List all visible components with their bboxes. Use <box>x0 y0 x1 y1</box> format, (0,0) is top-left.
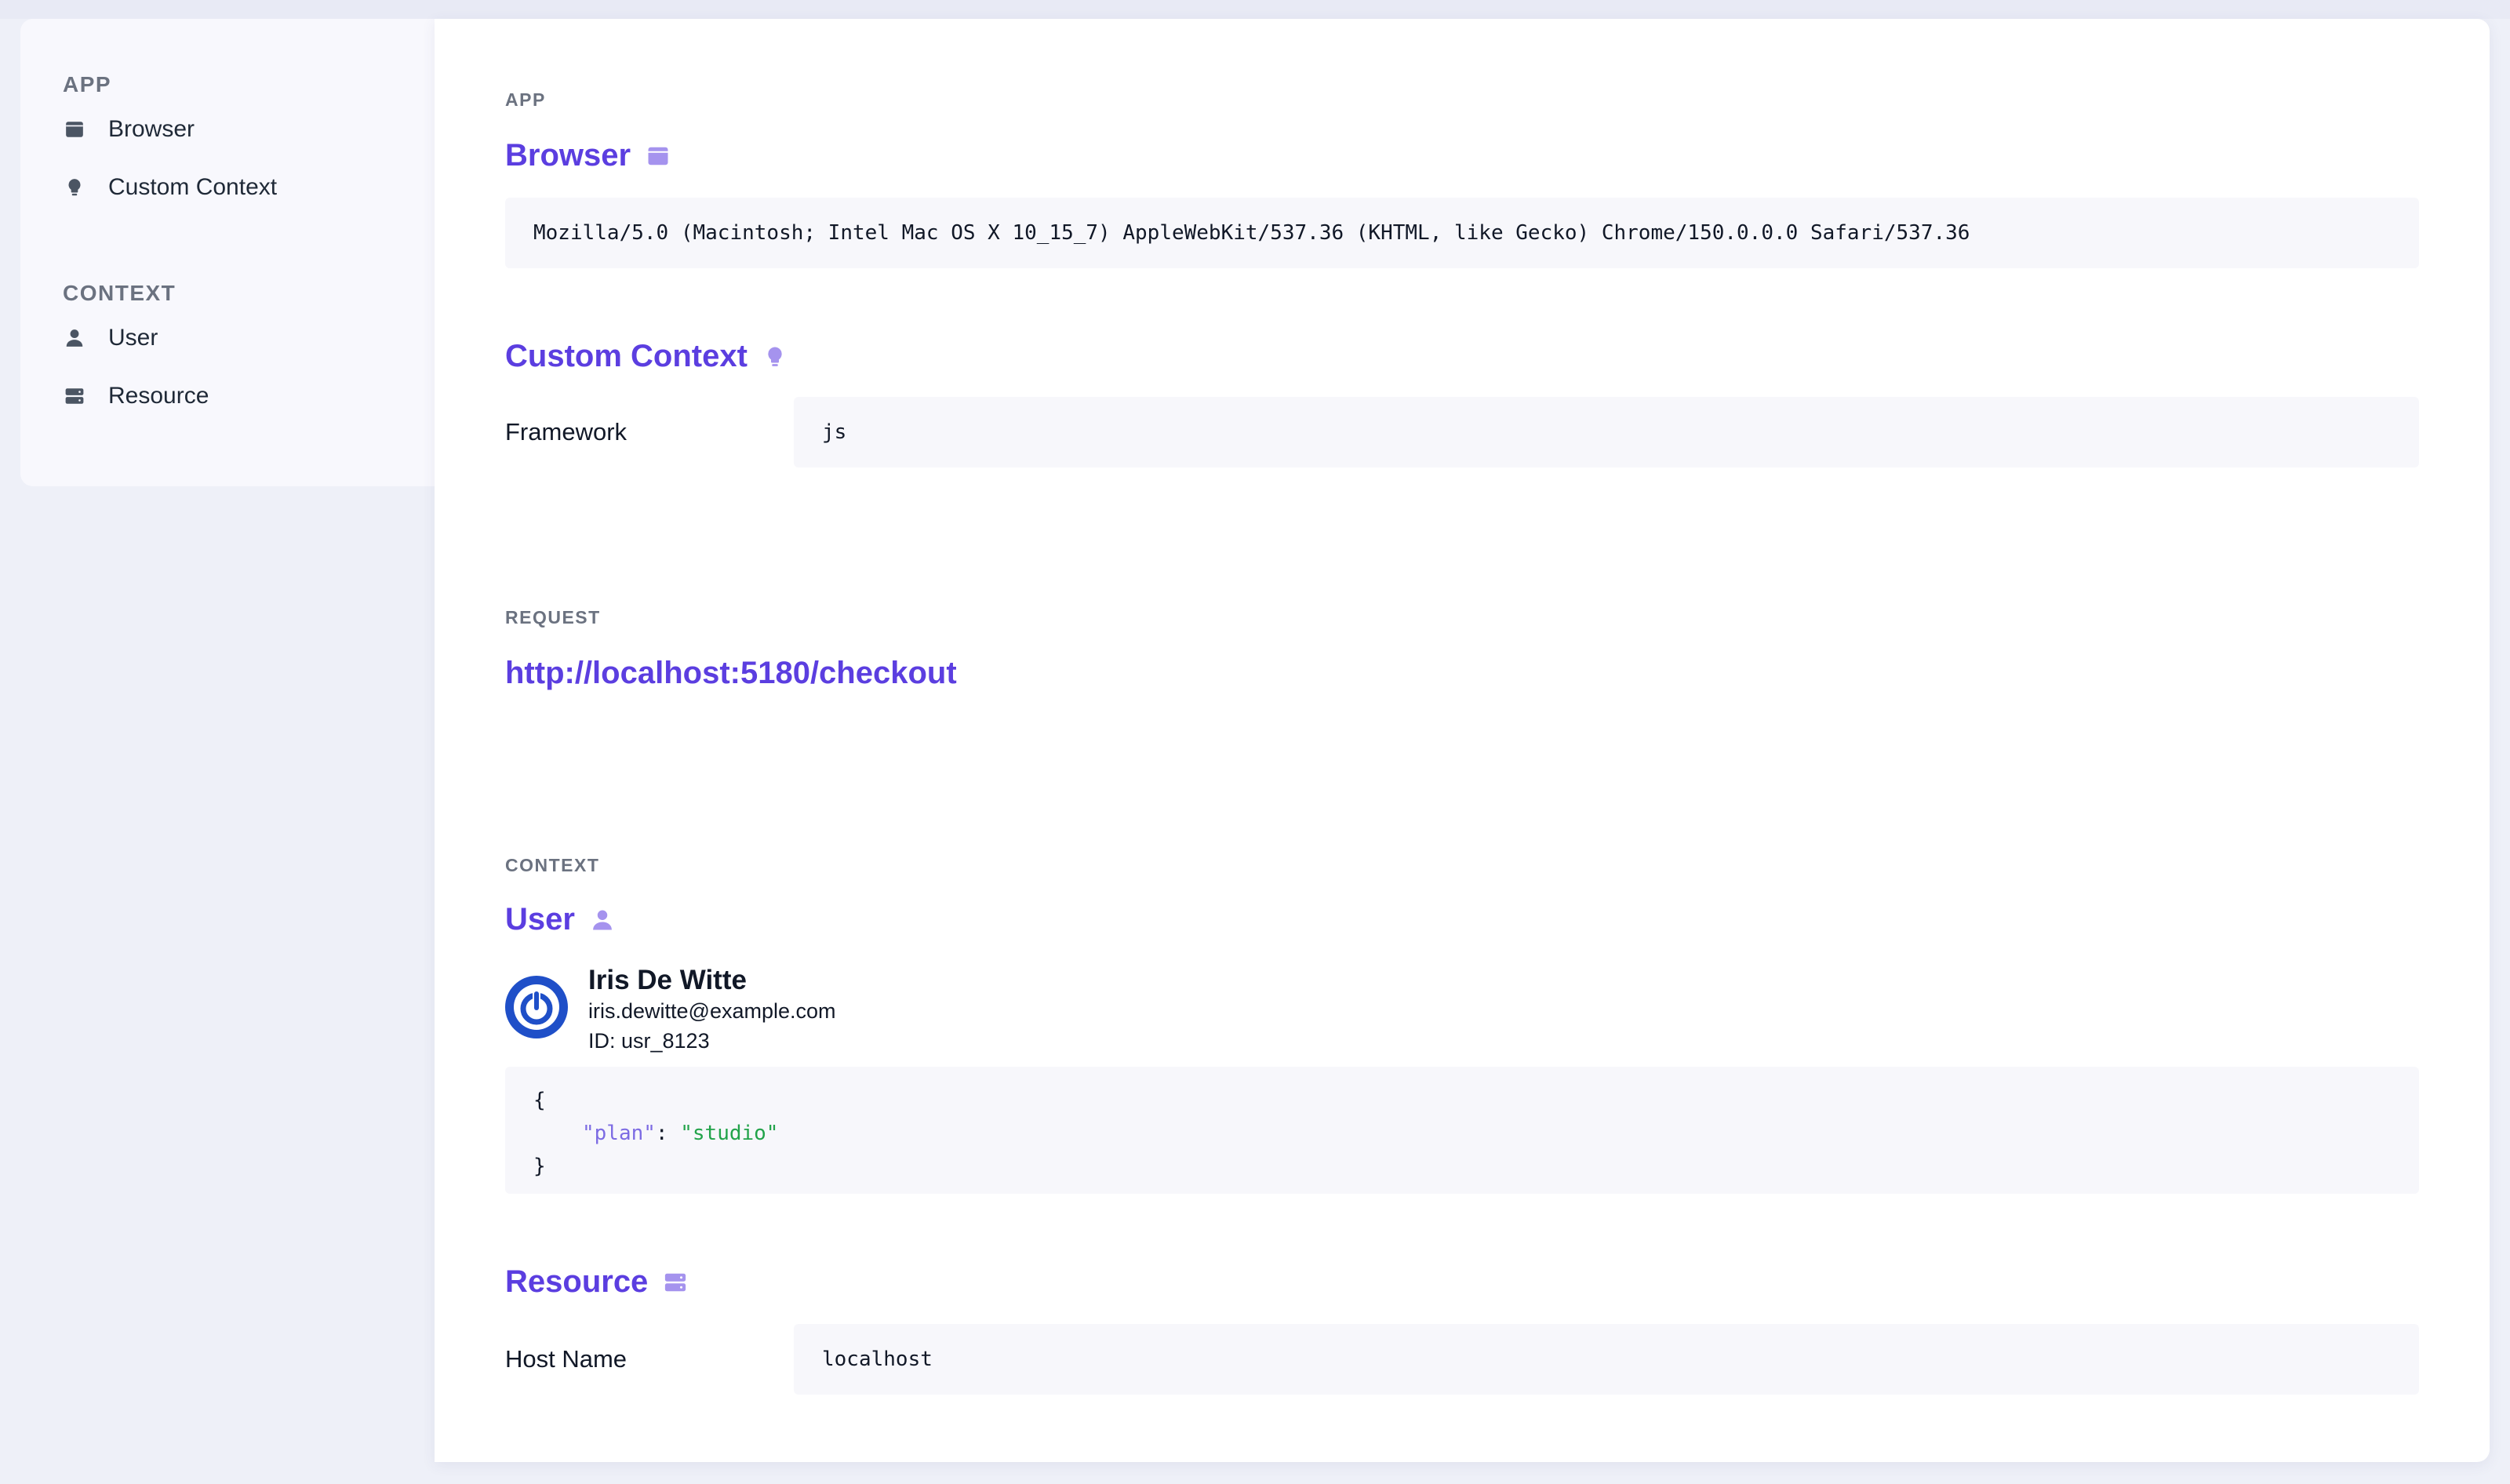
custom-context-heading[interactable]: Custom Context <box>505 339 787 374</box>
sidebar-item-label: Resource <box>108 383 209 409</box>
user-json-block: { "plan": "studio" } <box>505 1067 2419 1194</box>
browser-heading[interactable]: Browser <box>505 138 670 173</box>
sidebar-item-label: Browser <box>108 116 195 142</box>
window-top-strip <box>0 0 2510 19</box>
browser-title: Browser <box>505 138 631 173</box>
resource-title: Resource <box>505 1264 649 1299</box>
kv-key: Framework <box>505 418 628 446</box>
section-label-request: REQUEST <box>505 607 601 627</box>
user-email: iris.dewitte@example.com <box>588 999 836 1023</box>
user-agent-text: Mozilla/5.0 (Macintosh; Intel Mac OS X 1… <box>533 221 1970 245</box>
user-name: Iris De Witte <box>588 965 747 995</box>
section-label-context: CONTEXT <box>505 855 600 875</box>
browser-user-agent-value: Mozilla/5.0 (Macintosh; Intel Mac OS X 1… <box>505 198 2419 268</box>
main-panel: APP Browser Mozilla/5.0 (Macintosh; Inte… <box>435 19 2490 1462</box>
sidebar-group-title: CONTEXT <box>63 281 176 305</box>
browser-icon <box>63 118 86 141</box>
section-label-app: APP <box>505 89 546 110</box>
json-entry: "plan": "studio" <box>533 1117 2419 1150</box>
resource-heading[interactable]: Resource <box>505 1264 687 1300</box>
sidebar-item-user[interactable]: User <box>63 309 435 367</box>
sidebar-item-custom-context[interactable]: Custom Context <box>63 158 435 216</box>
user-details: Iris De Witte iris.dewitte@example.com I… <box>588 963 836 1056</box>
json-open-brace: { <box>533 1089 546 1112</box>
json-colon: : <box>655 1122 681 1145</box>
json-key: "plan" <box>582 1122 656 1145</box>
sidebar-item-resource[interactable]: Resource <box>63 367 435 425</box>
sidebar-item-browser[interactable]: Browser <box>63 100 435 158</box>
user-id: ID: usr_8123 <box>588 1029 710 1053</box>
lightbulb-icon <box>763 345 787 369</box>
user-heading[interactable]: User <box>505 902 614 937</box>
browser-icon <box>646 144 670 168</box>
server-icon <box>664 1271 687 1294</box>
sidebar-item-label: User <box>108 325 158 351</box>
user-card: Iris De Witte iris.dewitte@example.com I… <box>505 963 836 1056</box>
sidebar-group-app: APP Browser Custom Context <box>20 69 435 216</box>
server-icon <box>63 384 86 408</box>
avatar <box>505 976 568 1038</box>
kv-value: localhost <box>794 1324 2419 1395</box>
kv-value: js <box>794 397 2419 467</box>
resource-row-host-name: Host Name localhost <box>505 1324 2419 1395</box>
custom-context-title: Custom Context <box>505 339 748 373</box>
kv-key: Host Name <box>505 1345 628 1373</box>
json-close-brace: } <box>533 1155 546 1178</box>
lightbulb-icon <box>63 176 86 199</box>
json-value: "studio" <box>680 1122 779 1145</box>
user-icon <box>63 326 86 350</box>
custom-context-row-framework: Framework js <box>505 397 2419 467</box>
sidebar-group-context: CONTEXT User Resource <box>20 278 435 425</box>
user-icon <box>591 908 614 932</box>
sidebar-item-label: Custom Context <box>108 174 278 200</box>
user-title: User <box>505 902 575 937</box>
sidebar-group-title: APP <box>63 72 112 96</box>
request-url-link[interactable]: http://localhost:5180/checkout <box>505 656 957 691</box>
sidebar: APP Browser Custom Context CONTEXT User <box>20 19 435 486</box>
